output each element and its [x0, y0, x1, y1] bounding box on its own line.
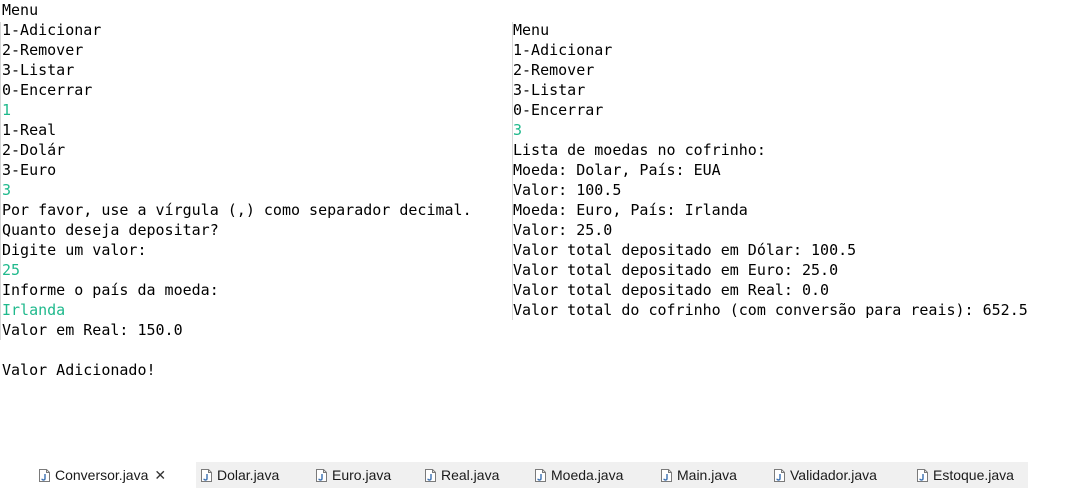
close-icon[interactable]: ✕ — [154, 468, 166, 482]
tab-label: Validador.java — [790, 467, 877, 483]
tab-label: Dolar.java — [217, 467, 280, 483]
tab-label: Real.java — [441, 467, 500, 483]
console-output-line: Valor: 25.0 — [513, 221, 613, 239]
tab-euro-java[interactable]: Euro.java — [311, 462, 420, 488]
tab-validador-java[interactable]: Validador.java — [769, 462, 912, 488]
java-file-icon — [316, 468, 327, 482]
console-output-line: Valor em Real: 150.0 — [2, 321, 183, 339]
console-output-line: 1-Real — [2, 121, 57, 139]
console-output-line: 2-Remover — [513, 61, 595, 79]
console-output-line: Valor: 100.5 — [513, 181, 622, 199]
console-input-line: 25 — [2, 261, 21, 279]
java-file-icon — [774, 468, 785, 482]
console-output-line: Moeda: Euro, País: Irlanda — [513, 201, 748, 219]
console-output-line: Valor total depositado em Real: 0.0 — [513, 281, 830, 299]
tab-label: Estoque.java — [933, 467, 1014, 483]
console-output-right[interactable]: Menu 1-Adicionar 2-Remover 3-Listar 0-Encerr… — [513, 20, 1073, 320]
console-output-line: Por favor, use a vírgula (,) como separa… — [2, 201, 472, 219]
console-output-line: Valor total depositado em Euro: 25.0 — [513, 261, 839, 279]
tab-label: Euro.java — [332, 467, 392, 483]
console-input-line: Irlanda — [2, 301, 66, 319]
tab-label: Moeda.java — [551, 467, 624, 483]
console-output-line: Informe o país da moeda: — [2, 281, 219, 299]
console-input-line: 3 — [513, 121, 523, 139]
console-output-line: Digite um valor: — [2, 241, 147, 259]
console-output-line: 1-Adicionar — [513, 41, 613, 59]
console-left-divider — [0, 22, 1, 340]
tab-dolar-java[interactable]: Dolar.java — [196, 462, 311, 488]
console-output-left[interactable]: Menu 1-Adicionar 2-Remover 3-Listar 0-Encerr… — [2, 0, 502, 400]
console-output-line: Valor total do cofrinho (com conversão p… — [513, 301, 1028, 319]
tab-estoque-java[interactable]: Estoque.java — [912, 462, 1028, 488]
console-output-line: 0-Encerrar — [2, 81, 93, 99]
console-input-line: 1 — [2, 101, 12, 119]
editor-tab-bar: Conversor.java ✕ Dolar.java Euro.java Real.j… — [34, 462, 1028, 488]
java-file-icon — [39, 468, 50, 482]
java-file-icon — [201, 468, 212, 482]
console-output-line: Lista de moedas no cofrinho: — [513, 141, 766, 159]
console-output-line: 2-Remover — [2, 41, 84, 59]
console-output-line: Menu — [2, 1, 39, 19]
java-file-icon — [661, 468, 672, 482]
console-output-line: 3-Listar — [2, 61, 75, 79]
console-output-line: 3-Listar — [513, 81, 586, 99]
console-output-line: Quanto deseja depositar? — [2, 221, 219, 239]
console-output-line: 1-Adicionar — [2, 21, 102, 39]
tab-main-java[interactable]: Main.java — [656, 462, 769, 488]
tab-moeda-java[interactable]: Moeda.java — [530, 462, 656, 488]
console-output-line: Moeda: Dolar, País: EUA — [513, 161, 721, 179]
java-file-icon — [535, 468, 546, 482]
java-file-icon — [917, 468, 928, 482]
console-output-line: Valor Adicionado! — [2, 361, 156, 379]
tab-conversor-java[interactable]: Conversor.java ✕ — [34, 462, 196, 488]
console-output-line: Valor total depositado em Dólar: 100.5 — [513, 241, 857, 259]
console-output-line: 0-Encerrar — [513, 101, 604, 119]
console-output-line: 3-Euro — [2, 161, 57, 179]
console-output-line: 2-Dolár — [2, 141, 66, 159]
tab-label: Conversor.java — [55, 467, 149, 483]
console-input-line: 3 — [2, 181, 12, 199]
tab-real-java[interactable]: Real.java — [420, 462, 530, 488]
console-output-line: Menu — [513, 21, 550, 39]
tab-label: Main.java — [677, 467, 737, 483]
java-file-icon — [425, 468, 436, 482]
